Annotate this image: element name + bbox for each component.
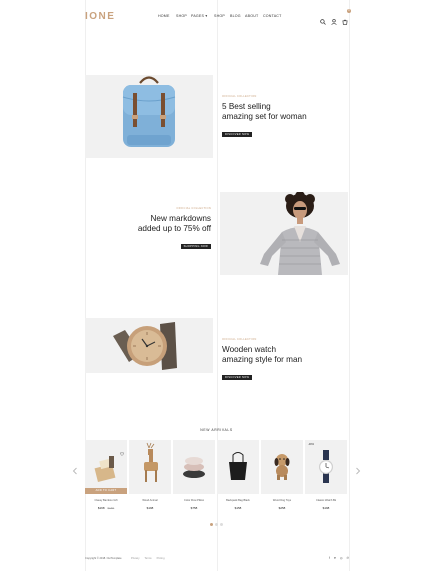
product-price: $158 (217, 506, 259, 510)
feature-image-watch[interactable] (85, 318, 213, 373)
product-image[interactable]: ADD TO CART (85, 440, 127, 494)
price-current: $198 (322, 506, 330, 510)
feature-image-model[interactable] (220, 192, 348, 275)
gift-box-illustration (94, 456, 116, 482)
main-nav: HOME SHOP PAGES ▾ SHOP BLOG ABOUT CONTAC… (158, 14, 282, 18)
feature-text-2: OFFICIAL COLLECTION New markdowns added … (118, 207, 211, 252)
heart-icon[interactable] (120, 443, 124, 456)
nav-item-shop-2[interactable]: SHOP (214, 14, 230, 18)
product-price: $258 (261, 506, 303, 510)
watch-illustration (113, 322, 177, 370)
product-card[interactable]: Backpack Bag Black $158 (217, 440, 259, 516)
price-current: $198 (146, 506, 154, 510)
product-carousel: ADD TO CART Classy Bamboo Gift $198 $160 … (85, 440, 349, 516)
user-icon[interactable] (331, 12, 337, 25)
feature-title-line1: New markdowns (150, 214, 211, 223)
feature-tag: OFFICIAL COLLECTION (222, 95, 257, 98)
price-current: $158 (234, 506, 242, 510)
feature-title-line2: added up to 75% off (137, 224, 211, 233)
feature-text-1: OFFICIAL COLLECTION 5 Best selling amazi… (222, 95, 307, 140)
product-price: $758 (173, 506, 215, 510)
footer-link-terms[interactable]: Terms (145, 557, 152, 560)
product-price: $198 (305, 506, 347, 510)
wood-deer-illustration (144, 442, 158, 482)
black-bag-illustration (229, 452, 247, 480)
footer-link-pricing[interactable]: Pricing (157, 557, 165, 560)
feature-text-3: OFFICIAL COLLECTION Wooden watch amazing… (222, 338, 302, 383)
pagination-dot-active[interactable] (210, 523, 213, 526)
footer-link-privacy[interactable]: Privacy (131, 557, 140, 560)
pillow-illustration (183, 457, 205, 478)
feature-title-line1: 5 Best selling (222, 102, 271, 111)
wood-dog-illustration (274, 454, 290, 480)
product-card[interactable]: ADD TO CART Classy Bamboo Gift $198 $160 (85, 440, 127, 516)
product-price: $198 (129, 506, 171, 510)
feature-title-line2: amazing style for man (222, 355, 303, 364)
grid-line (349, 0, 350, 571)
feature-title-line1: Wooden watch (222, 345, 277, 354)
new-arrivals-title: NEW ARRIVALS (200, 428, 233, 432)
nav-item-about[interactable]: ABOUT (245, 14, 263, 18)
nav-item-blog[interactable]: BLOG (230, 14, 245, 18)
feature-tag: OFFICIAL COLLECTION (176, 207, 211, 210)
feature-image-backpack[interactable] (85, 75, 213, 158)
nav-item-home[interactable]: HOME (158, 14, 176, 18)
product-price: $198 $160 (85, 506, 127, 510)
model-illustration (260, 192, 340, 275)
instagram-icon[interactable]: ◎ (340, 556, 343, 560)
cart-count-badge: 0 (347, 9, 351, 13)
product-image[interactable] (261, 440, 303, 494)
facebook-icon[interactable]: f (329, 556, 330, 560)
price-old: $160 (107, 506, 115, 510)
product-name[interactable]: Classic Watch Bk (305, 499, 347, 502)
footer-links: Privacy Terms Pricing (131, 557, 165, 560)
discount-badge: -30% (308, 443, 315, 446)
product-name[interactable]: Wood Dog Toys (261, 499, 303, 502)
discover-now-button[interactable]: DISCOVER NOW (222, 132, 253, 137)
nav-item-shop[interactable]: SHOP (176, 14, 191, 18)
add-to-cart-button[interactable]: ADD TO CART (85, 488, 127, 494)
product-name[interactable]: Backpack Bag Black (217, 499, 259, 502)
nav-item-pages[interactable]: PAGES ▾ (191, 14, 214, 18)
prev-arrow-icon[interactable] (72, 462, 78, 475)
pinterest-icon[interactable]: ℗ (347, 556, 349, 560)
cart-icon[interactable]: 0 (342, 9, 351, 25)
twitter-icon[interactable]: ♥ (334, 556, 336, 560)
next-arrow-icon[interactable] (355, 462, 361, 475)
product-image[interactable] (173, 440, 215, 494)
product-card[interactable]: Wood Animal $198 (129, 440, 171, 516)
product-name[interactable]: Classy Bamboo Gift (85, 499, 127, 502)
product-name[interactable]: Wood Animal (129, 499, 171, 502)
backpack-illustration (122, 76, 176, 147)
feature-title-line2: amazing set for woman (222, 112, 307, 121)
logo[interactable]: IONE (85, 11, 115, 22)
product-image[interactable] (217, 440, 259, 494)
price-current: $758 (190, 506, 198, 510)
product-name[interactable]: Color Flow Pillow (173, 499, 215, 502)
product-image[interactable] (129, 440, 171, 494)
footer: Copyright © 2018. OurTemplate Privacy Te… (85, 555, 349, 563)
search-icon[interactable] (320, 12, 326, 25)
pagination-dot[interactable] (220, 523, 223, 526)
classic-watch-illustration (319, 450, 333, 483)
carousel-pagination (210, 523, 223, 526)
nav-item-contact[interactable]: CONTACT (263, 14, 282, 18)
product-card[interactable]: Color Flow Pillow $758 (173, 440, 215, 516)
social-links: f ♥ ◎ ℗ (329, 556, 349, 560)
product-card[interactable]: Wood Dog Toys $258 (261, 440, 303, 516)
discover-now-button[interactable]: DISCOVER NOW (222, 375, 253, 380)
pagination-dot[interactable] (215, 523, 218, 526)
shopping-now-button[interactable]: SHOPPING NOW (180, 244, 211, 249)
feature-tag: OFFICIAL COLLECTION (222, 338, 257, 341)
header: IONE HOME SHOP PAGES ▾ SHOP BLOG ABOUT C… (0, 0, 433, 32)
page: IONE HOME SHOP PAGES ▾ SHOP BLOG ABOUT C… (0, 0, 433, 571)
copyright-text: Copyright © 2018. OurTemplate (85, 557, 122, 560)
price-current: $258 (278, 506, 286, 510)
product-card[interactable]: -30% Classic Watch Bk $198 (305, 440, 347, 516)
header-icons: 0 (320, 9, 351, 25)
product-image[interactable]: -30% (305, 440, 347, 494)
price-current: $198 (97, 506, 105, 510)
